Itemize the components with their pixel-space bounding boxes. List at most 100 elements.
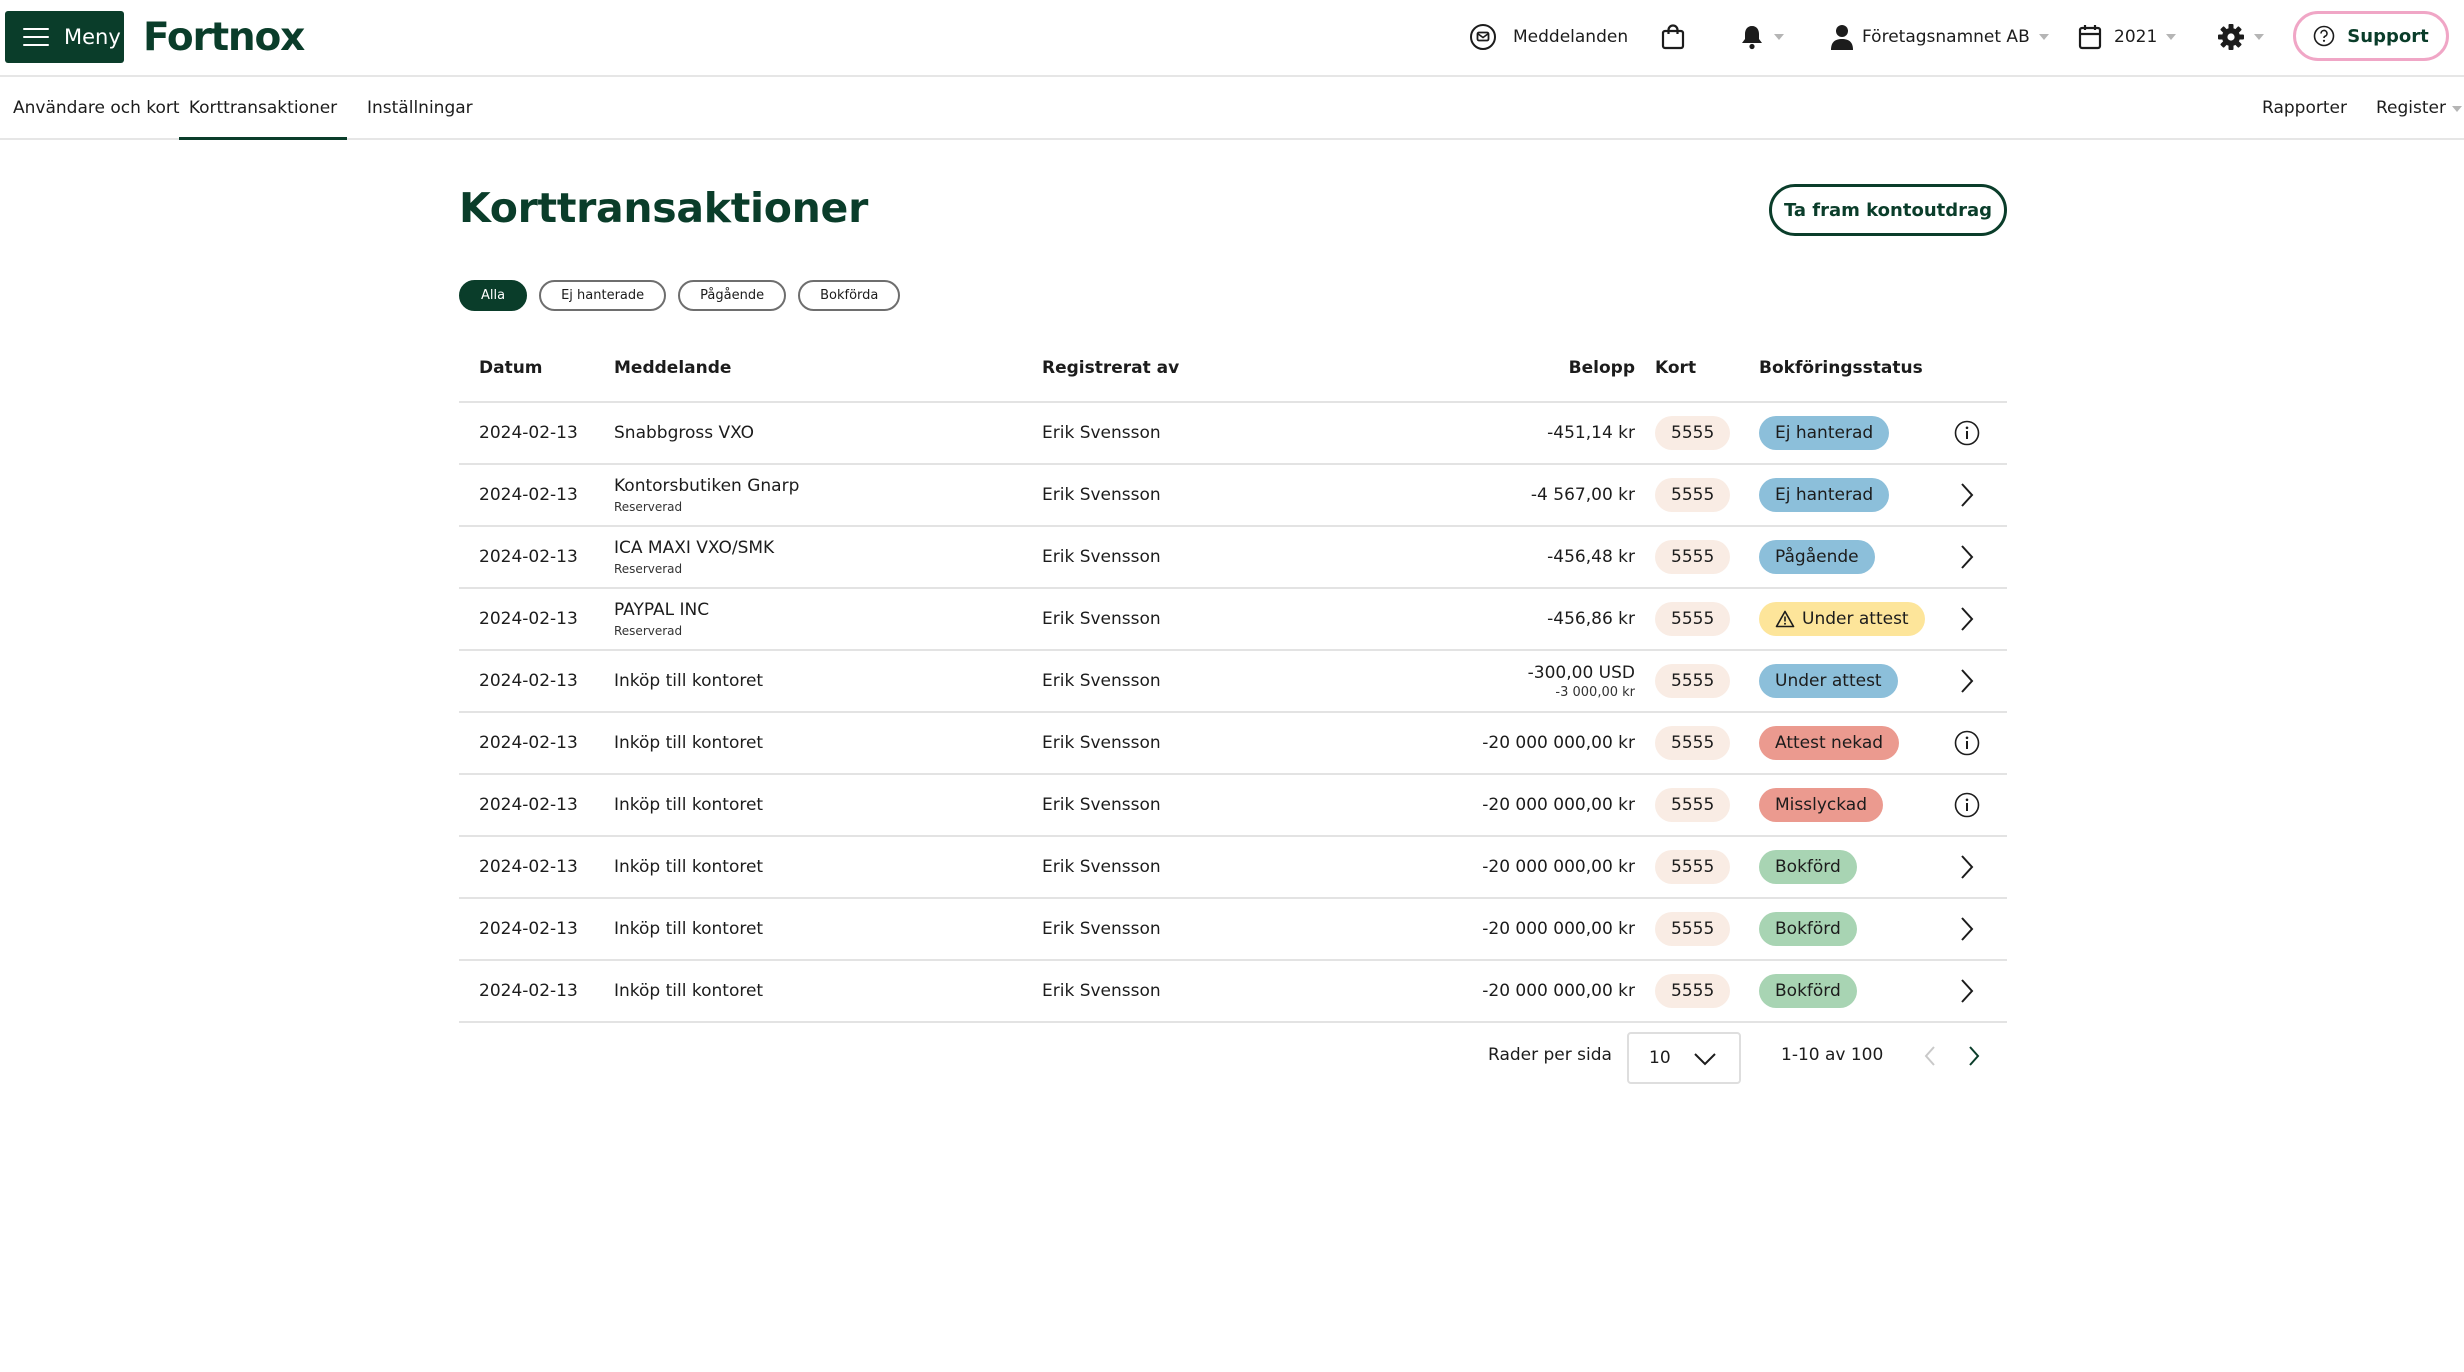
message-cell: Inköp till kontoret bbox=[614, 775, 763, 835]
amount-text: -4 567,00 kr bbox=[1530, 485, 1635, 505]
status-badge: Ej hanterad bbox=[1759, 478, 1890, 512]
status-badge: Under attest bbox=[1759, 602, 1925, 636]
table-row[interactable]: 2024-02-13 Inköp till kontoret Erik Svenss… bbox=[459, 899, 2007, 961]
status-label: Under attest bbox=[1775, 671, 1882, 691]
message-cell: Inköp till kontoret bbox=[614, 961, 763, 1021]
filter-chips: Alla Ej hanterade Pågående Bokförda bbox=[459, 280, 901, 312]
transactions-table: Datum Meddelande Registrerat av Belopp K… bbox=[459, 350, 2007, 1023]
status-cell: Pågående bbox=[1759, 527, 1875, 587]
chevron-right-icon bbox=[1960, 482, 1974, 508]
register-menu[interactable]: Register bbox=[2376, 77, 2462, 140]
row-action-button[interactable] bbox=[1939, 961, 1995, 1021]
status-cell: Under attest bbox=[1759, 589, 1925, 649]
filter-in-progress[interactable]: Pågående bbox=[678, 280, 787, 311]
table-row[interactable]: 2024-02-13 Kontorsbutiken Gnarp Reserverad… bbox=[459, 465, 2007, 527]
message-cell: Inköp till kontoret bbox=[614, 651, 763, 711]
status-label: Under attest bbox=[1802, 609, 1909, 629]
tab-card-transactions[interactable]: Korttransaktioner bbox=[179, 77, 347, 140]
rows-per-page-select[interactable]: 10 bbox=[1627, 1032, 1741, 1084]
message-text: Inköp till kontoret bbox=[614, 671, 764, 691]
card-badge: 5555 bbox=[1655, 726, 1731, 760]
row-action-button[interactable] bbox=[1939, 465, 1995, 525]
status-badge: Ej hanterad bbox=[1759, 416, 1890, 450]
column-amount: Belopp bbox=[1568, 358, 1635, 378]
column-status: Bokföringsstatus bbox=[1759, 358, 1923, 378]
messages-button[interactable]: Meddelanden bbox=[1469, 0, 1628, 74]
table-header: Datum Meddelande Registrerat av Belopp K… bbox=[459, 350, 2007, 403]
tab-users-and-cards[interactable]: Användare och kort bbox=[13, 77, 180, 140]
card-cell: 5555 bbox=[1655, 527, 1731, 587]
status-cell: Misslyckad bbox=[1759, 775, 1883, 835]
table-row[interactable]: 2024-02-13 Snabbgross VXO Erik Svensson -45… bbox=[459, 403, 2007, 465]
year-selector[interactable]: 2021 bbox=[2078, 0, 2177, 74]
table-row[interactable]: 2024-02-13 Inköp till kontoret Erik Svenss… bbox=[459, 713, 2007, 775]
register-label: Register bbox=[2376, 98, 2446, 118]
table-row[interactable]: 2024-02-13 Inköp till kontoret Erik Svenss… bbox=[459, 775, 2007, 837]
support-button[interactable]: Support bbox=[2293, 11, 2449, 61]
column-message: Meddelande bbox=[614, 358, 732, 378]
row-action-button[interactable] bbox=[1939, 837, 1995, 897]
notifications-button[interactable] bbox=[1739, 0, 1784, 74]
table-row[interactable]: 2024-02-13 ICA MAXI VXO/SMK Reserverad Erik… bbox=[459, 527, 2007, 589]
row-action-button[interactable] bbox=[1939, 899, 1995, 959]
help-icon bbox=[2313, 25, 2335, 47]
card-badge: 5555 bbox=[1655, 478, 1731, 512]
amount-cell: -4 567,00 kr bbox=[1459, 465, 1635, 525]
table-row[interactable]: 2024-02-13 Inköp till kontoret Erik Svenss… bbox=[459, 651, 2007, 713]
card-cell: 5555 bbox=[1655, 589, 1731, 649]
reports-link[interactable]: Rapporter bbox=[2262, 77, 2347, 140]
registered-by-cell: Erik Svensson bbox=[1042, 423, 1161, 443]
amount-cell: -20 000 000,00 kr bbox=[1459, 837, 1635, 897]
amount-converted: -3 000,00 kr bbox=[1555, 684, 1635, 700]
row-action-button[interactable] bbox=[1939, 403, 1995, 463]
menu-label: Meny bbox=[64, 25, 121, 49]
chevron-down-icon bbox=[2452, 105, 2462, 112]
chevron-right-icon bbox=[1960, 854, 1974, 880]
date-cell: 2024-02-13 bbox=[479, 795, 578, 815]
shopping-bag-button[interactable] bbox=[1660, 0, 1686, 74]
status-cell: Bokförd bbox=[1759, 961, 1857, 1021]
chevron-right-icon bbox=[1960, 916, 1974, 942]
filter-all[interactable]: Alla bbox=[459, 280, 528, 311]
card-cell: 5555 bbox=[1655, 775, 1731, 835]
settings-button[interactable] bbox=[2217, 0, 2264, 74]
message-cell: Inköp till kontoret bbox=[614, 713, 763, 773]
row-action-button[interactable] bbox=[1939, 589, 1995, 649]
info-icon bbox=[1954, 792, 1980, 818]
amount-text: -20 000 000,00 kr bbox=[1482, 795, 1635, 815]
amount-cell: -456,48 kr bbox=[1459, 527, 1635, 587]
amount-cell: -20 000 000,00 kr bbox=[1459, 775, 1635, 835]
status-cell: Ej hanterad bbox=[1759, 403, 1890, 463]
filter-unhandled[interactable]: Ej hanterade bbox=[539, 280, 667, 311]
fortnox-logo[interactable]: Fortnox bbox=[143, 12, 305, 64]
table-row[interactable]: 2024-02-13 Inköp till kontoret Erik Svenss… bbox=[459, 837, 2007, 899]
message-text: ICA MAXI VXO/SMK bbox=[614, 538, 775, 558]
amount-text: -456,48 kr bbox=[1547, 547, 1635, 567]
message-cell: PAYPAL INC Reserverad bbox=[614, 589, 709, 649]
user-icon bbox=[1831, 25, 1853, 50]
amount-cell: -456,86 kr bbox=[1459, 589, 1635, 649]
amount-cell: -451,14 kr bbox=[1459, 403, 1635, 463]
menu-button[interactable]: Meny bbox=[5, 11, 124, 63]
registered-by-cell: Erik Svensson bbox=[1042, 733, 1161, 753]
filter-booked[interactable]: Bokförda bbox=[798, 280, 901, 311]
account-statement-button[interactable]: Ta fram kontoutdrag bbox=[1769, 184, 2007, 236]
row-action-button[interactable] bbox=[1939, 775, 1995, 835]
row-action-button[interactable] bbox=[1939, 527, 1995, 587]
company-selector[interactable]: Företagsnamnet AB bbox=[1830, 0, 2049, 74]
previous-page-button[interactable] bbox=[1924, 1045, 1936, 1071]
status-label: Misslyckad bbox=[1775, 795, 1867, 815]
next-page-button[interactable] bbox=[1968, 1045, 1980, 1071]
table-row[interactable]: 2024-02-13 PAYPAL INC Reserverad Erik Svens… bbox=[459, 589, 2007, 651]
status-badge: Bokförd bbox=[1759, 850, 1857, 884]
status-cell: Under attest bbox=[1759, 651, 1898, 711]
calendar-icon bbox=[2078, 25, 2102, 50]
chevron-down-icon bbox=[1694, 1053, 1716, 1066]
table-row[interactable]: 2024-02-13 Inköp till kontoret Erik Svenss… bbox=[459, 961, 2007, 1023]
row-action-button[interactable] bbox=[1939, 651, 1995, 711]
column-registered-by: Registrerat av bbox=[1042, 358, 1180, 378]
tab-settings[interactable]: Inställningar bbox=[367, 77, 473, 140]
row-action-button[interactable] bbox=[1939, 713, 1995, 773]
message-text: Inköp till kontoret bbox=[614, 857, 764, 877]
table-body: 2024-02-13 Snabbgross VXO Erik Svensson -45… bbox=[459, 403, 2007, 1023]
